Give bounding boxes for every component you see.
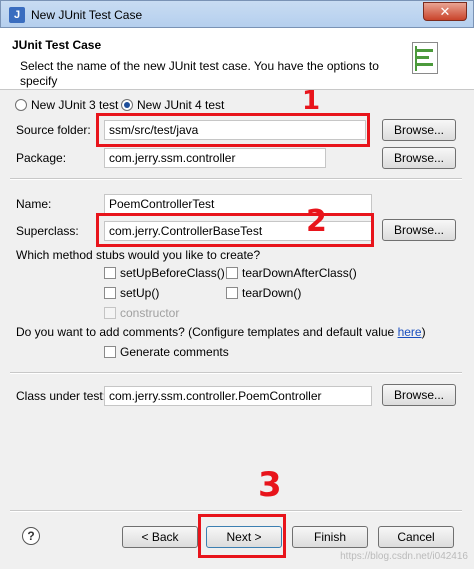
junit3-label: New JUnit 3 test — [31, 98, 119, 112]
class-under-test-input[interactable]: com.jerry.ssm.controller.PoemController — [104, 386, 372, 406]
annotation-number-1: 1 — [302, 86, 321, 116]
teardown-checkbox[interactable] — [226, 287, 238, 299]
setupbeforeclass-checkbox[interactable] — [104, 267, 116, 279]
package-browse-button[interactable]: Browse... — [382, 147, 456, 169]
junit-wizard-icon — [412, 42, 438, 74]
teardownafterclass-label: tearDownAfterClass() — [242, 266, 357, 280]
wizard-title: JUnit Test Case — [12, 38, 102, 52]
source-folder-browse-button[interactable]: Browse... — [382, 119, 456, 141]
help-icon[interactable]: ? — [22, 527, 40, 545]
separator — [10, 372, 462, 374]
annotation-box-source-folder — [96, 113, 370, 147]
finish-button[interactable]: Finish — [292, 526, 368, 548]
junit3-radio[interactable] — [15, 99, 27, 111]
source-folder-label: Source folder: — [16, 123, 91, 137]
annotation-number-2: 2 — [306, 204, 327, 239]
configure-templates-link[interactable]: here — [398, 325, 422, 339]
annotation-number-3: 3 — [258, 465, 282, 505]
back-button[interactable]: < Back — [122, 526, 198, 548]
constructor-checkbox — [104, 307, 116, 319]
comments-question: Do you want to add comments? (Configure … — [16, 325, 426, 339]
cancel-button[interactable]: Cancel — [378, 526, 454, 548]
superclass-label: Superclass: — [16, 224, 79, 238]
generate-comments-label: Generate comments — [120, 345, 229, 359]
wizard-header: JUnit Test Case Select the name of the n… — [0, 28, 474, 90]
teardown-label: tearDown() — [242, 286, 302, 300]
name-label: Name: — [16, 197, 52, 211]
junit4-label: New JUnit 4 test — [137, 98, 225, 112]
separator — [10, 178, 462, 180]
watermark: https://blog.csdn.net/i042416 — [340, 551, 468, 562]
setup-checkbox[interactable] — [104, 287, 116, 299]
stubs-question: Which method stubs would you like to cre… — [16, 248, 261, 262]
junit4-radio[interactable] — [121, 99, 133, 111]
superclass-browse-button[interactable]: Browse... — [382, 219, 456, 241]
setupbeforeclass-label: setUpBeforeClass() — [120, 266, 225, 280]
annotation-box-next — [198, 514, 286, 558]
annotation-box-superclass — [96, 213, 374, 247]
class-under-test-browse-button[interactable]: Browse... — [382, 384, 456, 406]
setup-label: setUp() — [120, 286, 160, 300]
generate-comments-checkbox[interactable] — [104, 346, 116, 358]
wizard-description: Select the name of the new JUnit test ca… — [20, 59, 379, 88]
package-input[interactable]: com.jerry.ssm.controller — [104, 148, 326, 168]
package-label: Package: — [16, 151, 67, 165]
class-under-test-label: Class under test: — [16, 389, 107, 403]
teardownafterclass-checkbox[interactable] — [226, 267, 238, 279]
name-input[interactable]: PoemControllerTest — [104, 194, 372, 214]
window-title: New JUnit Test Case — [31, 8, 143, 22]
app-icon: J — [9, 7, 25, 23]
close-button[interactable]: ✕ — [423, 2, 467, 21]
title-bar: J New JUnit Test Case ✕ — [0, 0, 474, 28]
constructor-label: constructor — [120, 306, 180, 320]
separator — [10, 510, 462, 512]
